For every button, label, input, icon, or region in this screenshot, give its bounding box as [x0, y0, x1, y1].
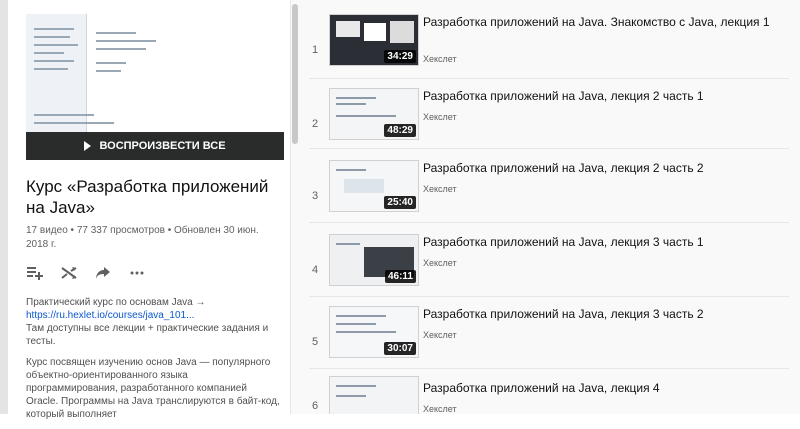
- video-channel[interactable]: Хекслет: [423, 184, 457, 194]
- row-divider: [309, 148, 789, 149]
- thumbnail-line: [336, 385, 376, 387]
- play-icon: [84, 141, 92, 151]
- row-divider: [309, 222, 789, 223]
- code-line: [96, 70, 121, 72]
- scrollbar-thumb[interactable]: [292, 4, 298, 144]
- video-index: 3: [311, 190, 319, 202]
- video-duration: 25:40: [384, 196, 416, 209]
- description-text: Практический курс по основам Java →: [26, 297, 206, 308]
- play-all-label: ВОСПРОИЗВЕСТИ ВСЕ: [99, 140, 226, 152]
- row-divider: [309, 368, 789, 369]
- row-divider: [309, 78, 789, 79]
- playlist-sidebar: ВОСПРОИЗВЕСТИ ВСЕ Курс «Разработка прило…: [0, 0, 291, 420]
- playlist-meta: 17 видео • 77 337 просмотров • Обновлен …: [26, 225, 259, 250]
- thumbnail-line: [336, 103, 366, 105]
- thumbnail-line: [336, 243, 360, 245]
- thumbnail-window: [336, 21, 360, 37]
- video-channel[interactable]: Хекслет: [423, 258, 457, 268]
- video-thumbnail[interactable]: 34:29: [329, 14, 419, 66]
- thumbnail-line: [336, 97, 376, 99]
- playlist-title: Курс «Разработка приложений на Java»: [26, 177, 269, 217]
- scrollbar[interactable]: [291, 0, 299, 414]
- code-line: [96, 62, 126, 64]
- play-all-button[interactable]: ВОСПРОИЗВЕСТИ ВСЕ: [26, 132, 284, 160]
- video-channel[interactable]: Хекслет: [423, 330, 457, 340]
- shuffle-icon[interactable]: [60, 264, 78, 282]
- ide-project-tree: [26, 14, 87, 134]
- code-line: [96, 32, 136, 34]
- thumbnail-line: [336, 323, 376, 325]
- playlist-description: Практический курс по основам Java → http…: [26, 296, 281, 429]
- code-line: [96, 40, 156, 42]
- video-index: 1: [311, 44, 319, 56]
- thumbnail-line: [336, 169, 366, 171]
- tree-line: [34, 36, 70, 38]
- tree-line: [34, 28, 74, 30]
- description-paragraph: Курс посвящен изучению основ Java — попу…: [26, 357, 280, 420]
- row-divider: [309, 296, 789, 297]
- video-index: 6: [311, 400, 319, 412]
- video-index: 5: [311, 336, 319, 348]
- video-duration: 34:29: [384, 50, 416, 63]
- playlist-actions: [26, 264, 146, 282]
- thumbnail-window: [390, 21, 414, 43]
- video-channel[interactable]: Хекслет: [423, 112, 457, 122]
- video-row[interactable]: 4 46:11 Разработка приложений на Java, л…: [309, 234, 789, 304]
- tree-line: [34, 60, 74, 62]
- video-title[interactable]: Разработка приложений на Java, лекция 2 …: [423, 88, 783, 104]
- description-text: Там доступны все лекции + практические з…: [26, 323, 269, 347]
- thumbnail-line: [336, 115, 396, 117]
- console-line: [34, 122, 114, 124]
- tree-line: [34, 52, 64, 54]
- video-channel[interactable]: Хекслет: [423, 404, 457, 414]
- share-icon[interactable]: [94, 264, 112, 282]
- thumbnail-window: [344, 179, 384, 193]
- video-row[interactable]: 1 34:29 Разработка приложений на Java. З…: [309, 14, 789, 84]
- video-row[interactable]: 3 25:40 Разработка приложений на Java, л…: [309, 160, 789, 230]
- tree-line: [34, 68, 68, 70]
- video-duration: 48:29: [384, 124, 416, 137]
- video-title[interactable]: Разработка приложений на Java, лекция 4: [423, 380, 783, 396]
- video-row[interactable]: 6 Разработка приложений на Java, лекция …: [309, 376, 789, 414]
- playlist-thumbnail[interactable]: ВОСПРОИЗВЕСТИ ВСЕ: [26, 14, 284, 160]
- thumbnail-line: [336, 315, 386, 317]
- tree-line: [34, 44, 78, 46]
- thumbnail-image: [26, 14, 284, 134]
- thumbnail-line: [336, 395, 366, 397]
- video-title[interactable]: Разработка приложений на Java, лекция 3 …: [423, 234, 783, 250]
- left-edge: [0, 0, 8, 414]
- add-to-queue-icon[interactable]: [26, 264, 44, 282]
- video-thumbnail[interactable]: 30:07: [329, 306, 419, 358]
- video-index: 4: [311, 264, 319, 276]
- video-row[interactable]: 5 30:07 Разработка приложений на Java, л…: [309, 306, 789, 376]
- video-index: 2: [311, 118, 319, 130]
- video-channel[interactable]: Хекслет: [423, 54, 457, 64]
- thumbnail-line: [336, 331, 396, 333]
- video-thumbnail[interactable]: [329, 376, 419, 414]
- video-duration: 30:07: [384, 342, 416, 355]
- video-title[interactable]: Разработка приложений на Java, лекция 3 …: [423, 306, 783, 322]
- video-thumbnail[interactable]: 48:29: [329, 88, 419, 140]
- code-line: [96, 48, 146, 50]
- video-title[interactable]: Разработка приложений на Java. Знакомств…: [423, 14, 783, 30]
- video-duration: 46:11: [384, 270, 416, 283]
- thumbnail-window: [364, 23, 386, 41]
- console-line: [34, 114, 94, 116]
- description-paragraph: Практический курс по основам Java → http…: [26, 296, 281, 348]
- video-thumbnail[interactable]: 25:40: [329, 160, 419, 212]
- course-link[interactable]: https://ru.hexlet.io/courses/java_101...: [26, 310, 194, 321]
- video-title[interactable]: Разработка приложений на Java, лекция 2 …: [423, 160, 783, 176]
- video-thumbnail[interactable]: 46:11: [329, 234, 419, 286]
- more-icon[interactable]: [128, 264, 146, 282]
